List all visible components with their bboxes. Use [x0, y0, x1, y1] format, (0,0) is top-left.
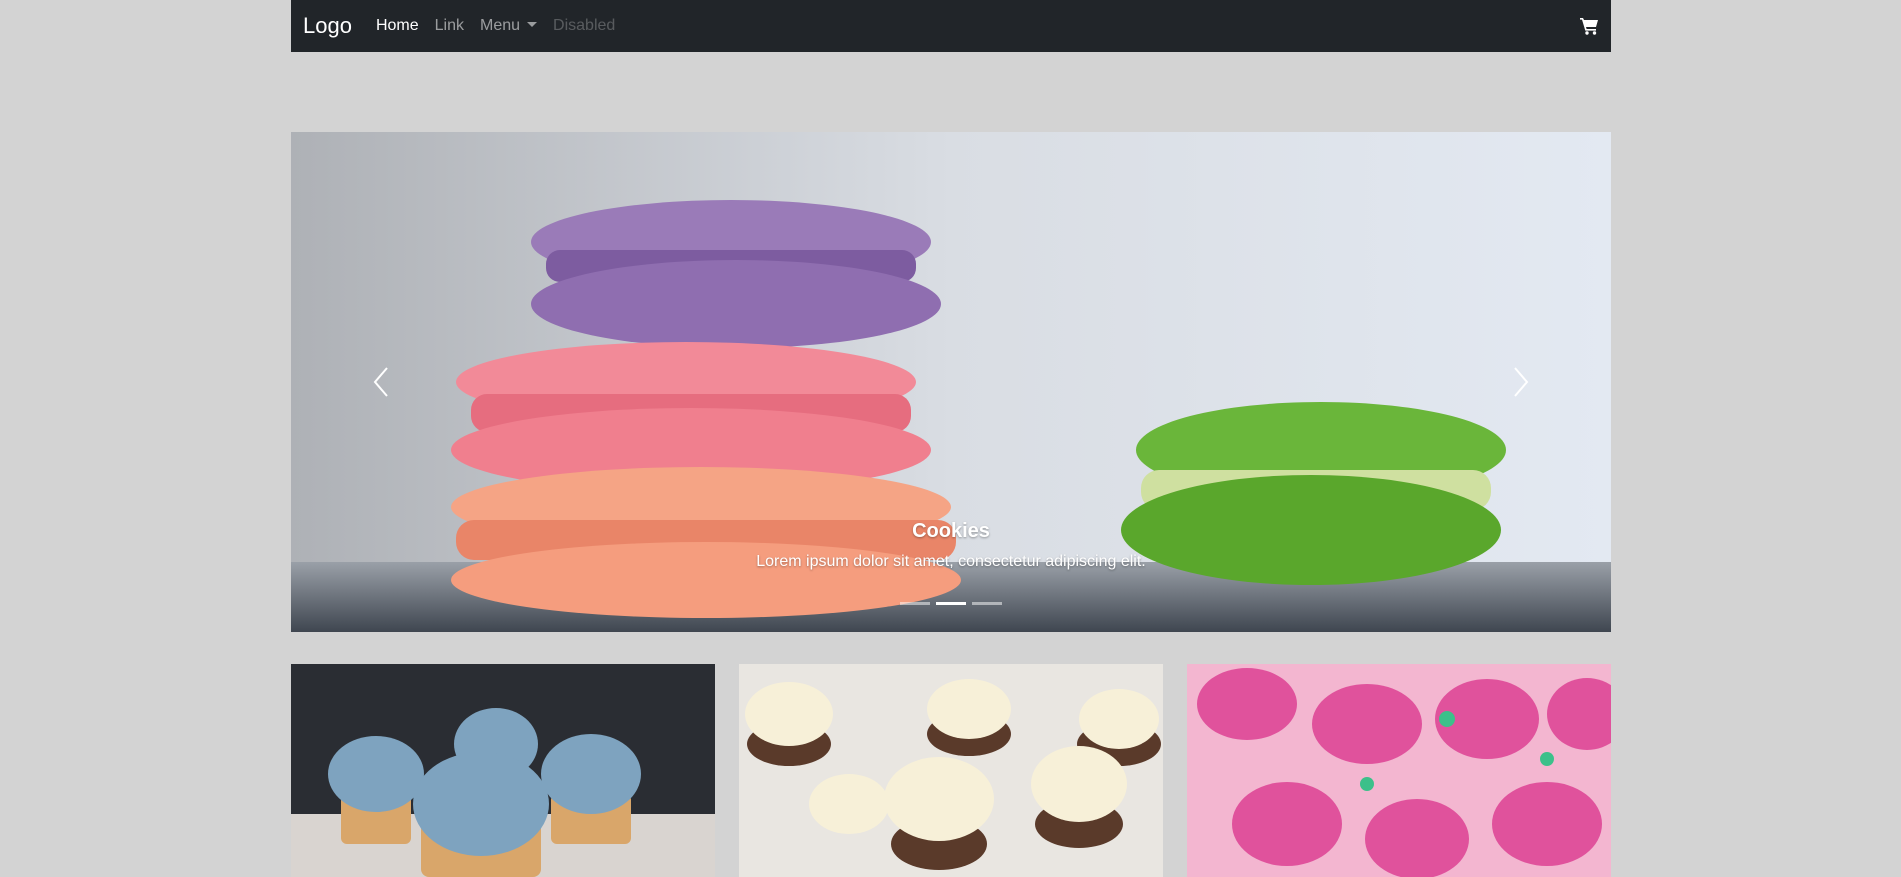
nav-link-link[interactable]: Link	[435, 0, 464, 52]
cupcake-gallery	[291, 664, 1611, 877]
nav-link-home[interactable]: Home	[376, 0, 419, 52]
chevron-left-icon	[373, 367, 388, 397]
carousel-caption: Cookies Lorem ipsum dolor sit amet, cons…	[291, 520, 1611, 571]
carousel-indicator-2[interactable]	[936, 602, 966, 605]
carousel-indicator-3[interactable]	[972, 602, 1002, 605]
caption-text: Lorem ipsum dolor sit amet, consectetur …	[756, 553, 1146, 570]
caption-title: Cookies	[912, 520, 990, 542]
nav-dropdown-label: Menu	[480, 17, 521, 34]
carousel-indicators	[291, 602, 1611, 605]
carousel-indicator-1[interactable]	[900, 602, 930, 605]
nav-dropdown-menu[interactable]: Menu	[480, 0, 538, 52]
brand-logo[interactable]: Logo	[303, 0, 352, 52]
cream-cupcakes-card[interactable]	[739, 664, 1163, 877]
blue-cupcakes-card[interactable]	[291, 664, 715, 877]
nav-link-disabled: Disabled	[553, 17, 616, 34]
cream-cupcakes-image	[739, 664, 1163, 877]
hero-carousel: Cookies Lorem ipsum dolor sit amet, cons…	[291, 132, 1611, 632]
caret-down-icon	[527, 22, 538, 27]
chevron-right-icon	[1514, 367, 1529, 397]
shopping-cart-icon[interactable]	[1579, 16, 1599, 36]
top-navbar: Logo Home Link Menu Disabled	[291, 0, 1611, 52]
blue-cupcakes-image	[291, 664, 715, 877]
pink-cupcakes-card[interactable]	[1187, 664, 1611, 877]
pink-cupcakes-image	[1187, 664, 1611, 877]
